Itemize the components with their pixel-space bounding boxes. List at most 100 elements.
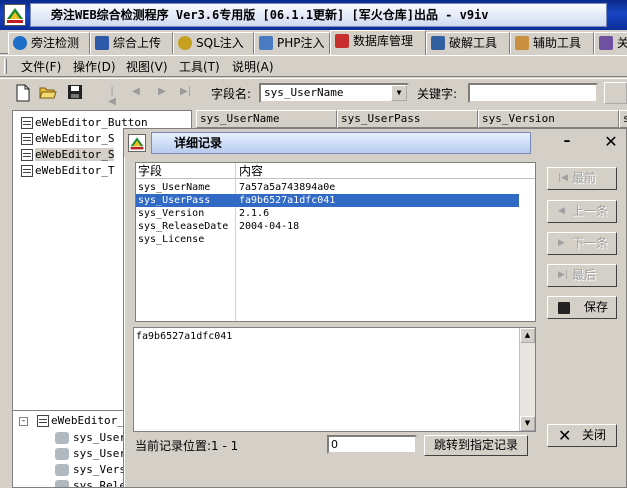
button-label: 下一条	[572, 236, 609, 250]
book-icon	[599, 36, 613, 50]
menu-operate[interactable]: 操作(D)	[73, 59, 116, 75]
prev-arrow-icon: ◀	[558, 206, 565, 216]
list-item[interactable]: sys_Version 2.1.6	[136, 207, 535, 220]
toolbar: |◀ ◀ ▶ ▶| 字段名: sys_UserName ▼ 关键字:	[0, 78, 627, 107]
tab-upload[interactable]: 综合上传	[90, 32, 173, 54]
jump-record-input[interactable]: 0	[327, 435, 417, 454]
detail-textarea[interactable]: fa9b6527a1dfc041 ▲ ▼	[133, 327, 536, 432]
open-folder-icon[interactable]	[39, 84, 57, 102]
app-logo-icon	[4, 4, 26, 26]
table-icon	[37, 415, 49, 427]
next-record-button[interactable]: ▶ 下一条	[547, 232, 617, 255]
field-name-value: sys_UserName	[264, 86, 344, 99]
last-record-icon[interactable]: ▶|	[180, 87, 191, 97]
tab-side-injection[interactable]: 旁注检测	[8, 32, 90, 54]
minimize-icon[interactable]: –	[558, 134, 576, 151]
prev-record-button[interactable]: ◀ 上一条	[547, 200, 617, 223]
column-icon	[55, 464, 69, 476]
grid-header: sys_UserName sys_UserPass sys_Version s	[196, 110, 627, 128]
record-position-label: 当前记录位置:1 - 1	[135, 439, 239, 453]
prev-record-icon[interactable]: ◀	[131, 87, 141, 97]
vertical-scrollbar[interactable]: ▲ ▼	[519, 328, 535, 431]
clipboard-icon	[515, 36, 529, 50]
tree-leaf-label: sys_Vers	[73, 463, 126, 476]
field-name: sys_Version	[138, 208, 205, 219]
tab-sql-injection[interactable]: SQL注入	[173, 32, 254, 54]
tab-label: 旁注检测	[31, 36, 80, 50]
search-button[interactable]	[604, 82, 627, 104]
table-icon	[21, 149, 33, 161]
grid-column-header[interactable]: sys_Version	[478, 110, 619, 128]
tree-leaf[interactable]: sys_UserN	[55, 430, 127, 446]
tree-item[interactable]: eWebEditor_T	[21, 163, 114, 179]
list-item[interactable]: sys_License	[136, 233, 535, 246]
tab-about[interactable]: 关	[594, 32, 627, 54]
menu-tools[interactable]: 工具(T)	[179, 59, 220, 75]
menu-grip	[4, 59, 7, 74]
document-icon	[259, 36, 273, 50]
keyboard-icon	[431, 36, 445, 50]
tab-label: SQL注入	[196, 36, 244, 50]
field-column-header[interactable]: 字段	[136, 163, 162, 179]
tree-leaf[interactable]: sys_ReleaseDate	[55, 478, 126, 488]
menu-bar: 文件(F) 操作(D) 视图(V) 工具(T) 说明(A)	[0, 55, 627, 77]
next-record-icon[interactable]: ▶	[157, 87, 167, 97]
tab-php-injection[interactable]: PHP注入	[254, 32, 330, 54]
close-x-icon: ✕	[558, 426, 572, 445]
tree-leaf[interactable]: sys_UserP	[55, 446, 126, 462]
grid-column-header[interactable]: sys_UserName	[196, 110, 337, 128]
scroll-up-icon[interactable]: ▲	[520, 328, 535, 343]
list-item-selected[interactable]: sys_UserPass fa9b6527a1dfc041	[136, 194, 519, 207]
dialog-title: 详细记录	[151, 132, 531, 154]
grid-column-header[interactable]: sys_UserPass	[337, 110, 478, 128]
window-title: 旁注WEB综合检测程序 Ver3.6专用版 [06.1.1更新] [军火仓库]出…	[30, 3, 607, 27]
menu-view[interactable]: 视图(V)	[126, 59, 168, 75]
save-button[interactable]: 保存	[547, 296, 617, 319]
first-record-icon[interactable]: |◀	[107, 87, 117, 107]
new-file-icon[interactable]	[15, 84, 33, 102]
magnifier-icon	[178, 36, 192, 50]
tab-label: 关	[617, 36, 627, 50]
menu-file[interactable]: 文件(F)	[21, 59, 61, 75]
save-disk-icon[interactable]	[67, 84, 85, 102]
field-name: sys_License	[138, 234, 205, 245]
tab-aux-tools[interactable]: 辅助工具	[510, 32, 594, 54]
tab-database-manager[interactable]: 数据库管理	[330, 30, 426, 55]
table-icon	[21, 117, 33, 129]
app-logo-icon	[128, 134, 146, 152]
tree-item[interactable]: eWebEditor_S	[21, 147, 115, 163]
keyword-label: 关键字:	[417, 87, 458, 101]
column-icon	[55, 432, 69, 444]
close-icon[interactable]: ✕	[602, 134, 620, 152]
menu-help[interactable]: 说明(A)	[232, 59, 274, 75]
chevron-down-icon[interactable]: ▼	[391, 85, 407, 101]
app-titlebar: 旁注WEB综合检测程序 Ver3.6专用版 [06.1.1更新] [军火仓库]出…	[0, 0, 627, 30]
list-item[interactable]: sys_UserName 7a57a5a743894a0e	[136, 181, 535, 194]
save-disk-icon	[558, 302, 570, 314]
keyword-input[interactable]	[468, 83, 598, 103]
tree-leaf-label: sys_UserN	[73, 431, 127, 444]
tab-label: 综合上传	[113, 36, 162, 50]
tree-leaf[interactable]: sys_Vers	[55, 462, 126, 478]
dialog-titlebar[interactable]: 详细记录 – ✕	[124, 129, 626, 157]
tab-label: 辅助工具	[533, 36, 582, 50]
scroll-down-icon[interactable]: ▼	[520, 416, 535, 431]
tree-leaf-label: sys_ReleaseDate	[73, 479, 126, 488]
search-globe-icon	[13, 36, 27, 50]
database-icon	[335, 34, 349, 48]
tab-bar: 旁注检测 综合上传 SQL注入 PHP注入 数据库管理 破解工具 辅助工具 关	[0, 30, 627, 55]
collapse-toggle[interactable]: -	[19, 417, 28, 426]
tree-item[interactable]: eWebEditor_S	[37, 413, 126, 429]
list-item[interactable]: sys_ReleaseDate 2004-04-18	[136, 220, 535, 233]
field-name-select[interactable]: sys_UserName ▼	[259, 83, 409, 103]
value-column-header[interactable]: 内容	[237, 163, 263, 179]
jump-to-record-button[interactable]: 跳转到指定记录	[424, 435, 528, 456]
first-record-button[interactable]: |◀ 最前	[547, 167, 617, 190]
button-label: 最后	[572, 268, 597, 282]
last-record-button[interactable]: ▶| 最后	[547, 264, 617, 287]
tab-crack-tools[interactable]: 破解工具	[426, 32, 510, 54]
field-name: sys_ReleaseDate	[138, 221, 229, 232]
grid-column-header[interactable]: s	[619, 110, 627, 128]
close-button[interactable]: ✕ 关闭	[547, 424, 617, 447]
tree-item[interactable]: eWebEditor_S	[21, 131, 114, 147]
